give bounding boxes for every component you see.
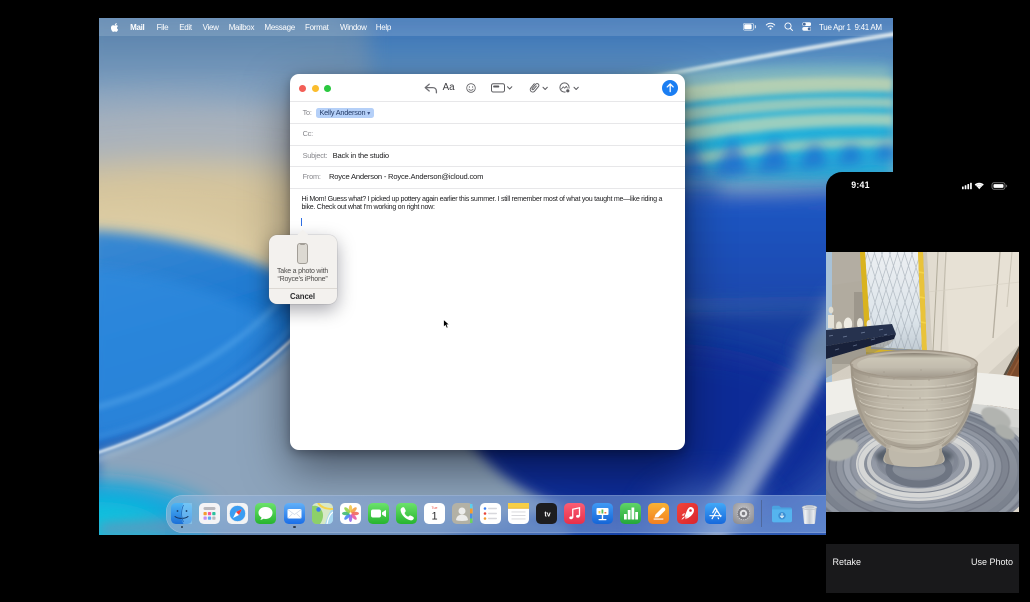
svg-text:1: 1	[431, 511, 437, 523]
svg-text:tv: tv	[544, 512, 550, 519]
svg-text:Tue: Tue	[431, 506, 437, 510]
